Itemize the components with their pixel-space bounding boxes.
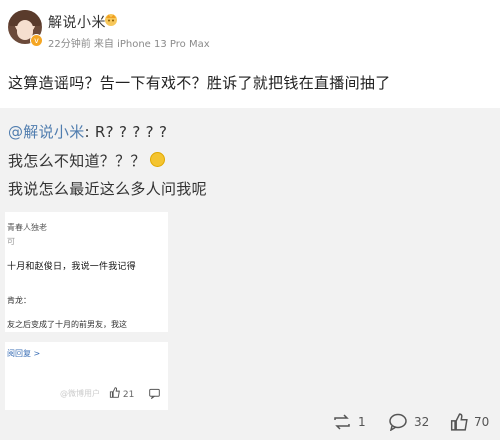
quoted-line-1: @解说小米: R? ? ? ? ? [8,121,167,142]
crown-icon [105,14,117,26]
screenshot-like: 21 [109,387,134,400]
comment-bubble-icon [389,413,407,431]
like-icon [450,413,468,431]
repost-action[interactable]: 1 [332,410,366,434]
screenshot-body-2: 友之后变成了十月的前男友，我这 [7,320,127,329]
screenshot-image[interactable]: 青春人独老 可 十月和赵俊日，我说一件我记得 肯龙： 友之后变成了十月的前男友，… [5,212,168,332]
repost-count: 1 [358,415,366,429]
comment-action[interactable]: 32 [388,410,429,434]
watermark: @微博用户 [60,389,100,398]
thumb-up-icon [109,387,120,398]
verified-badge-icon: v [30,34,43,47]
quoted-line-2-text: 我怎么不知道？？？ [8,152,146,170]
repost-icon [334,414,350,430]
post-header: v 解说小米 22分钟前 来自 iPhone 13 Pro Max [0,0,500,58]
screenshot-footer-area: 阅回复 > @微博用户 21 [5,342,168,410]
post-text: 这算造谣吗？告一下有戏不？胜诉了就把钱在直播间抽了 [8,74,391,92]
screenshot-speaker: 肯龙： [7,296,31,305]
view-replies-link[interactable]: 阅回复 > [7,348,40,359]
screenshot-sub: 可 [7,237,15,246]
comment-count: 32 [414,415,430,429]
mention-link[interactable]: @解说小米 [8,123,85,141]
quoted-line-2: 我怎么不知道？？？ [8,150,165,171]
quoted-line-3: 我说怎么最近这么多人问我呢 [8,180,207,198]
comment-icon [149,388,160,399]
screenshot-title: 青春人独老 [7,223,47,232]
screenshot-body-1: 十月和赵俊日，我说一件我记得 [7,262,136,272]
emoji-icon [149,152,165,167]
like-action[interactable]: 70 [450,410,489,434]
username[interactable]: 解说小米 [48,12,106,32]
like-count: 70 [474,415,490,429]
screenshot-like-count: 21 [122,390,135,400]
post-meta: 22分钟前 来自 iPhone 13 Pro Max [48,39,210,50]
quoted-line-1-text: : R? ? ? ? ? [84,123,168,141]
